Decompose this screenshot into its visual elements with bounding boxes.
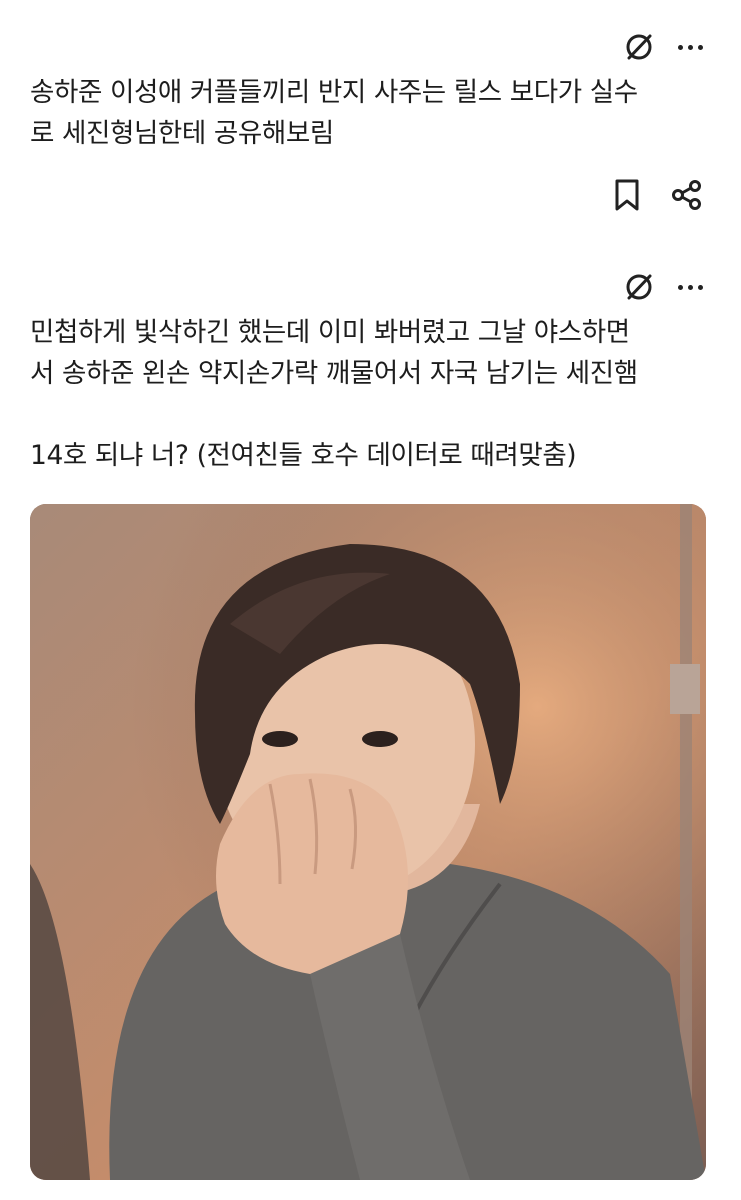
share-icon[interactable]	[671, 179, 703, 211]
post-2-header	[622, 270, 703, 304]
post-2-text: 민첩하게 빛삭하긴 했는데 이미 봐버렸고 그날 야스하면 서 송하준 왼손 약…	[30, 317, 638, 471]
feed-page: 송하준 이성애 커플들끼리 반지 사주는 릴스 보다가 실수 로 세진형님한테 …	[0, 0, 741, 1200]
bookmark-icon[interactable]	[613, 178, 641, 212]
post-2-photo[interactable]	[30, 504, 706, 1180]
no-translate-icon[interactable]	[622, 30, 656, 64]
more-dots-icon[interactable]	[678, 31, 703, 63]
more-dots-icon[interactable]	[678, 271, 703, 303]
post-1-actions	[613, 178, 703, 212]
post-1-text: 송하준 이성애 커플들끼리 반지 사주는 릴스 보다가 실수 로 세진형님한테 …	[30, 77, 638, 149]
post-1-header	[622, 30, 703, 64]
photo-illustration	[30, 504, 706, 1180]
no-translate-icon[interactable]	[622, 270, 656, 304]
